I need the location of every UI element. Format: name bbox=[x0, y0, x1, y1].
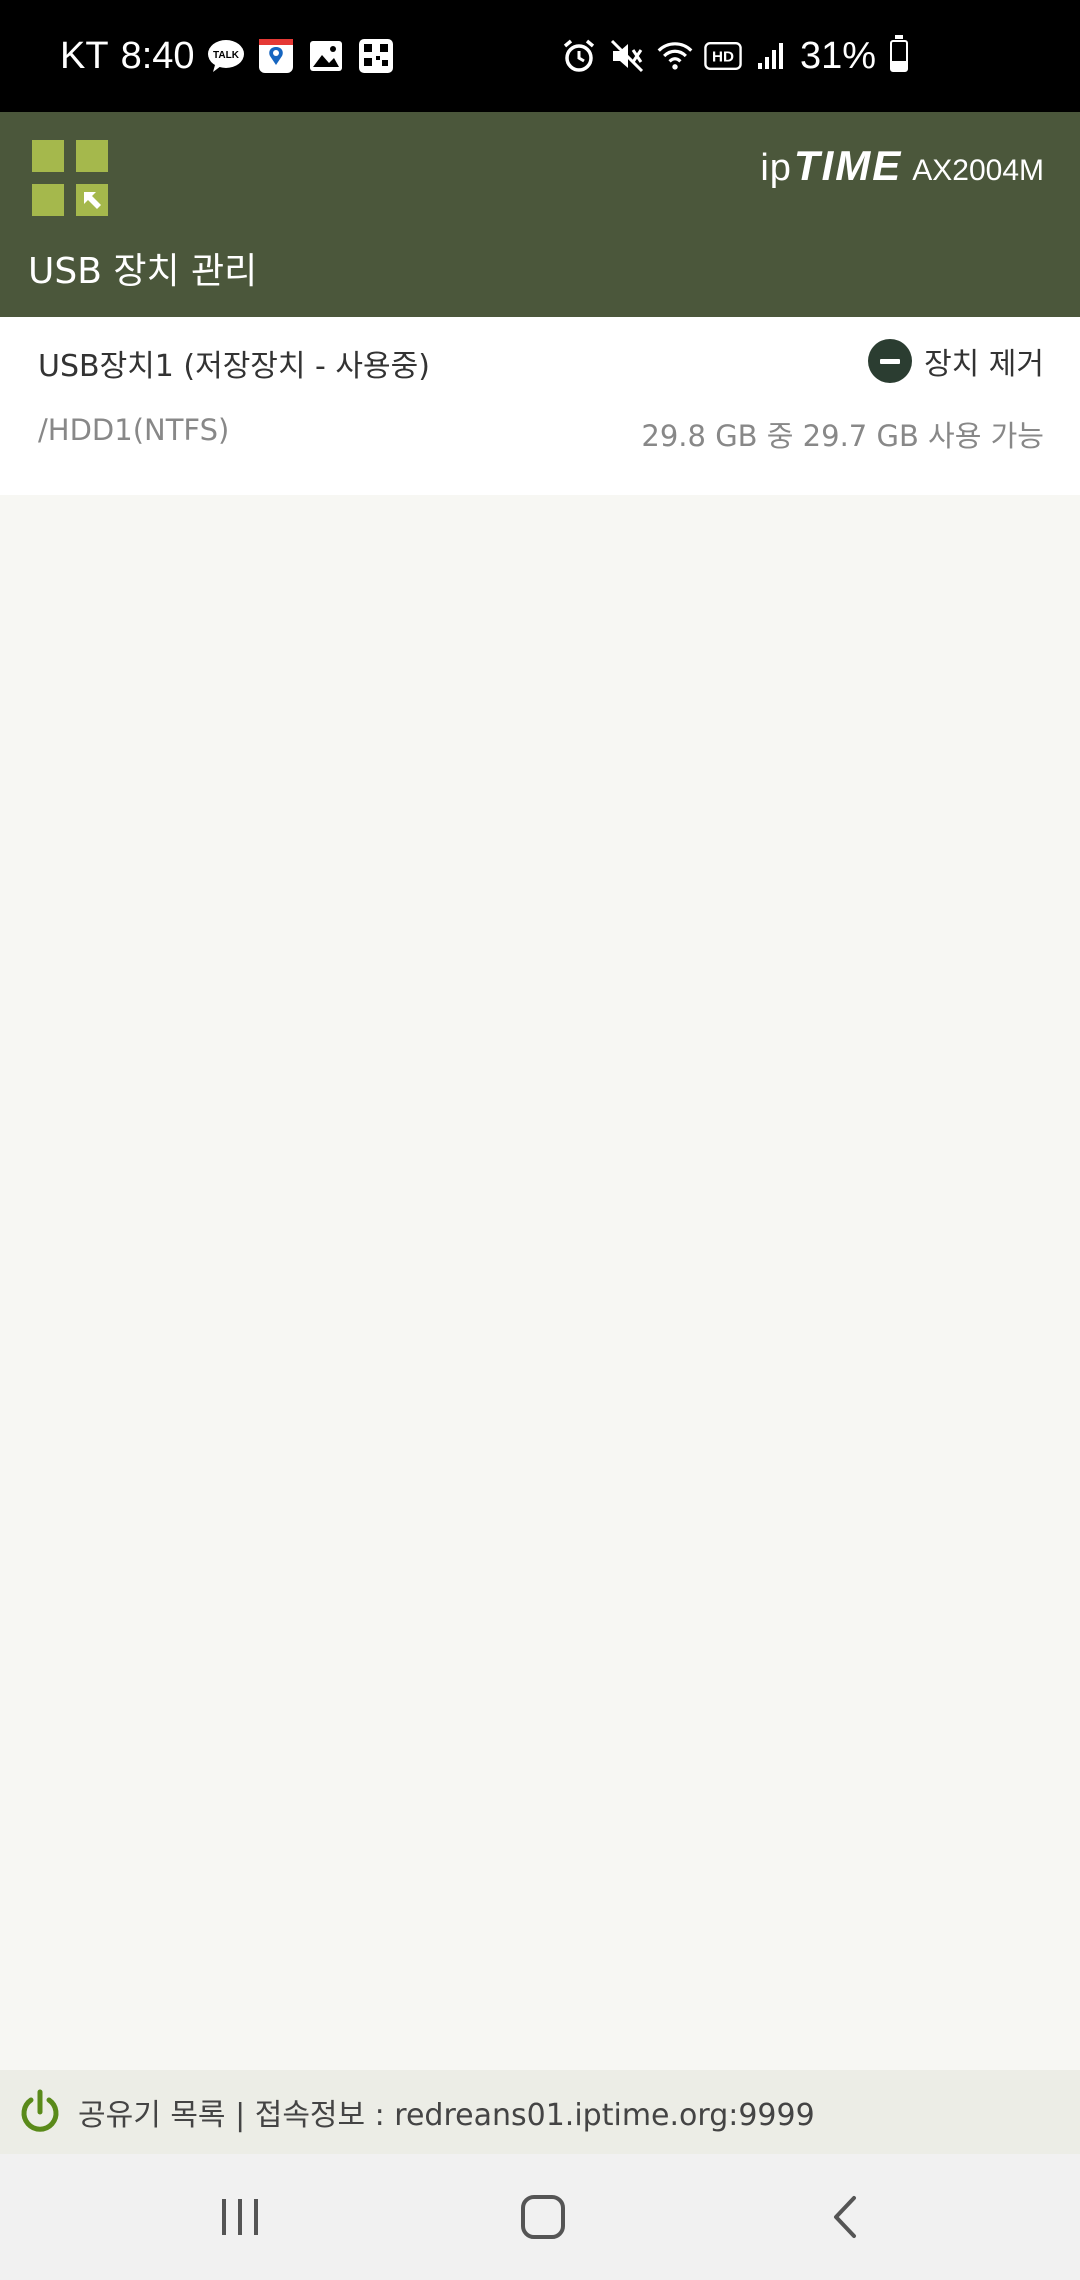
menu-grid-icon[interactable] bbox=[32, 140, 108, 216]
qr-icon bbox=[357, 37, 395, 75]
map-icon bbox=[257, 37, 295, 75]
connection-info[interactable]: 공유기 목록 | 접속정보 : redreans01.iptime.org:99… bbox=[78, 2090, 815, 2134]
talk-icon: TALK bbox=[207, 37, 245, 75]
brand-name: TIME bbox=[793, 142, 903, 189]
grid-square bbox=[32, 140, 64, 172]
app-header: ip TIME AX2004M USB 장치 관리 bbox=[0, 112, 1080, 317]
back-button[interactable] bbox=[805, 2184, 885, 2250]
minus-circle-icon bbox=[868, 339, 913, 383]
remove-device-button[interactable]: 장치 제거 bbox=[868, 339, 1044, 383]
recent-apps-button[interactable] bbox=[200, 2184, 280, 2250]
usb-device-item: USB장치1 (저장장치 - 사용중) 장치 제거 /HDD1(NTFS) 29… bbox=[0, 317, 1080, 495]
device-path: /HDD1(NTFS) bbox=[38, 413, 230, 447]
mute-icon bbox=[608, 37, 646, 75]
brand-logo: ip TIME AX2004M bbox=[760, 142, 1044, 190]
device-name: USB장치1 (저장장치 - 사용중) bbox=[38, 349, 430, 384]
clock: 8:40 bbox=[120, 34, 195, 77]
model-name: AX2004M bbox=[912, 154, 1044, 187]
device-capacity: 29.8 GB 중 29.7 GB 사용 가능 bbox=[641, 419, 1044, 453]
grid-square bbox=[76, 184, 108, 216]
system-nav-bar bbox=[0, 2154, 1080, 2280]
hd-icon: HD bbox=[704, 37, 742, 75]
battery-percent: 31% bbox=[799, 34, 876, 77]
svg-text:TALK: TALK bbox=[213, 50, 240, 61]
grid-square bbox=[76, 140, 108, 172]
recent-apps-icon bbox=[222, 2199, 258, 2235]
status-left: KT 8:40 TALK bbox=[60, 0, 395, 112]
svg-text:HD: HD bbox=[712, 49, 734, 66]
carrier-label: KT bbox=[60, 34, 109, 77]
arrow-up-left-icon bbox=[84, 192, 101, 209]
power-icon[interactable] bbox=[16, 2088, 64, 2136]
footer-bar[interactable]: 공유기 목록 | 접속정보 : redreans01.iptime.org:99… bbox=[0, 2070, 1080, 2154]
page-title: USB 장치 관리 bbox=[28, 251, 258, 292]
status-right: HD 31% bbox=[560, 0, 908, 112]
gallery-icon bbox=[307, 37, 345, 75]
signal-icon bbox=[752, 37, 790, 75]
brand-prefix: ip bbox=[760, 147, 792, 189]
home-icon bbox=[521, 2195, 565, 2239]
status-bar: KT 8:40 TALK HD 31% bbox=[0, 0, 1080, 112]
battery-icon bbox=[890, 35, 908, 72]
back-icon bbox=[834, 2196, 856, 2238]
grid-square bbox=[32, 184, 64, 216]
alarm-icon bbox=[560, 37, 598, 75]
wifi-icon bbox=[656, 37, 694, 75]
remove-device-label: 장치 제거 bbox=[924, 347, 1044, 382]
home-button[interactable] bbox=[503, 2184, 583, 2250]
